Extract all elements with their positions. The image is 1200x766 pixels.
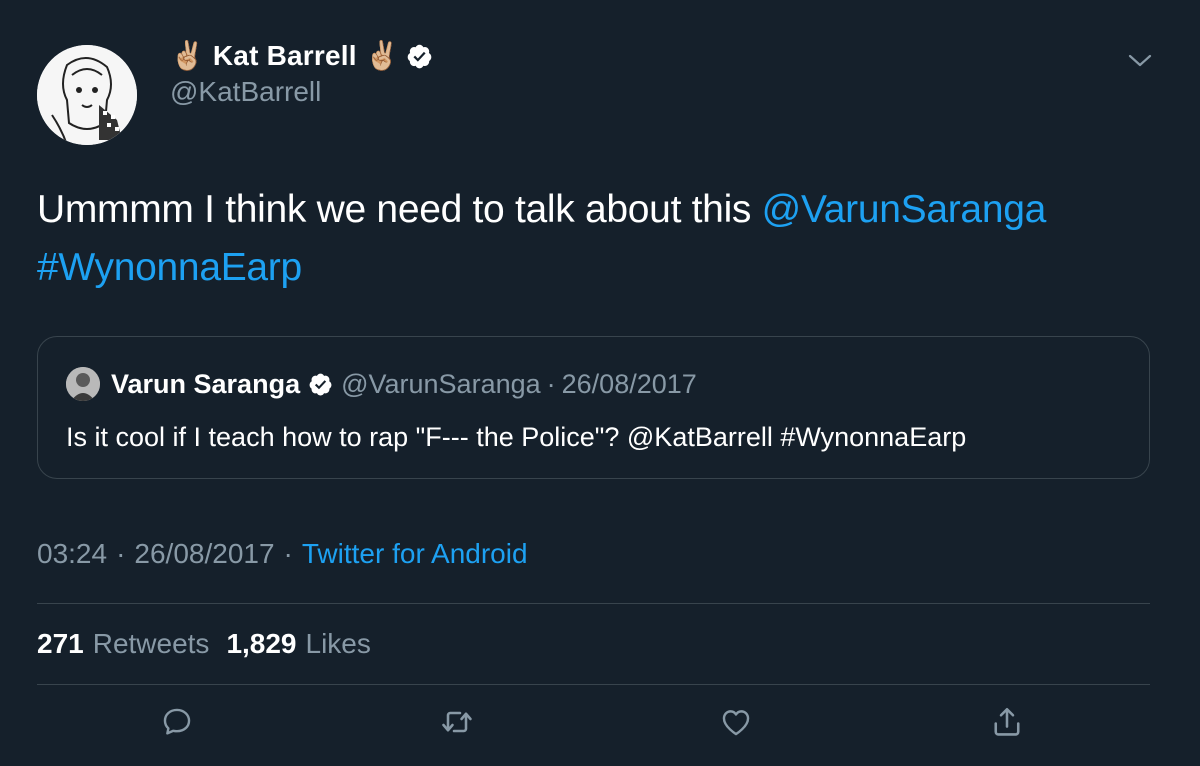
author-name-row[interactable]: ✌🏼 Kat Barrell ✌🏼 [170,38,433,74]
reply-icon [163,708,191,735]
likes-label[interactable]: Likes [306,628,371,660]
mention-link[interactable]: @VarunSaranga [762,188,1047,231]
display-name[interactable]: Kat Barrell [213,40,357,72]
like-button[interactable] [716,702,756,742]
reply-button[interactable] [157,702,197,742]
avatar[interactable] [37,45,137,145]
victory-hand-emoji-left: ✌🏼 [170,40,205,71]
like-icon [722,710,750,736]
source-link[interactable]: Twitter for Android [302,538,528,570]
tweet-time: 03:24 [37,538,108,569]
meta-separator: · [116,538,126,569]
quoted-tweet-header: Varun Saranga @VarunSaranga · 26/08/2017 [111,364,697,404]
tweet-meta: 03:24 · 26/08/2017 · Twitter for Android [37,533,528,575]
quoted-display-name: Varun Saranga [111,368,301,399]
avatar-illustration [37,45,137,145]
share-icon [994,707,1020,736]
quoted-tweet-card[interactable]: Varun Saranga @VarunSaranga · 26/08/2017… [37,336,1150,479]
quoted-separator: · [546,368,556,399]
retweets-count[interactable]: 271 [37,628,84,660]
victory-hand-emoji-right: ✌🏼 [364,40,400,71]
author-handle[interactable]: @KatBarrell [170,76,321,108]
quoted-verified-badge-icon [309,373,332,395]
quoted-date: 26/08/2017 [561,368,697,399]
share-button[interactable] [987,702,1027,742]
tweet-text: Ummmm I think we need to talk about this… [37,181,1157,297]
retweet-button[interactable] [437,702,477,742]
chevron-down-icon[interactable] [1127,50,1153,70]
quoted-handle: @VarunSaranga [341,368,541,399]
retweet-icon [442,711,472,733]
hashtag-link[interactable]: #WynonnaEarp [37,246,302,289]
action-bar [0,702,1200,746]
tweet-date: 26/08/2017 [134,538,275,569]
divider-top [37,603,1150,604]
quoted-avatar-photo [66,367,100,401]
likes-count[interactable]: 1,829 [226,628,296,660]
quoted-avatar [66,367,100,401]
divider-bottom [37,684,1150,685]
tweet-body-text: Ummmm I think we need to talk about this [37,188,762,231]
retweets-label[interactable]: Retweets [93,628,210,660]
meta-separator-2: · [283,538,293,569]
quoted-tweet-text: Is it cool if I teach how to rap "F--- t… [66,422,967,452]
engagement-stats: 271 Retweets 1,829 Likes [37,624,388,664]
verified-badge-icon [407,44,431,68]
